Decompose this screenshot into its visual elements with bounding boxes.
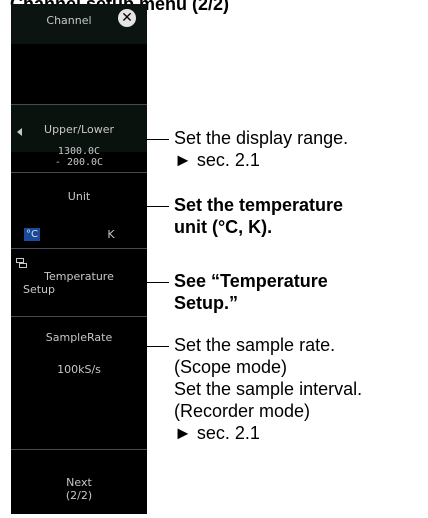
callout-temp-unit: Set the temperature unit (°C, K).: [174, 195, 344, 237]
menu-header: Channel ✕: [11, 4, 147, 44]
sample-rate-value[interactable]: 100kS/s: [11, 363, 147, 376]
leader-line: [145, 206, 169, 207]
channel-menu-panel: Channel ✕ Upper/Lower 1300.0C - 200.0C U…: [11, 4, 147, 514]
upper-lower-label: Upper/Lower: [44, 123, 114, 136]
menu-title: Channel: [46, 14, 92, 27]
lower-value: - 200.0C: [54, 157, 104, 168]
next-line1: Next: [66, 476, 92, 489]
unit-label: Unit: [67, 190, 91, 203]
temperature-setup-line2: Setup: [22, 283, 56, 296]
unit-option-kelvin[interactable]: K: [103, 228, 119, 241]
unit-option-celsius[interactable]: °C: [24, 228, 40, 241]
temperature-setup-line1: Temperature: [44, 270, 114, 283]
close-icon[interactable]: ✕: [118, 9, 136, 27]
submenu-icon: [16, 258, 27, 268]
callout-sample: Set the sample rate. (Scope mode) Set th…: [174, 335, 363, 443]
leader-line: [145, 282, 169, 283]
callout-display-range: Set the display range. ► sec. 2.1: [174, 128, 349, 170]
callout-temp-setup: See “Temperature Setup.”: [174, 271, 328, 313]
next-line2: (2/2): [65, 489, 93, 502]
sample-rate-label: SampleRate: [45, 331, 113, 344]
leader-line: [145, 139, 169, 140]
leader-line: [145, 346, 169, 347]
